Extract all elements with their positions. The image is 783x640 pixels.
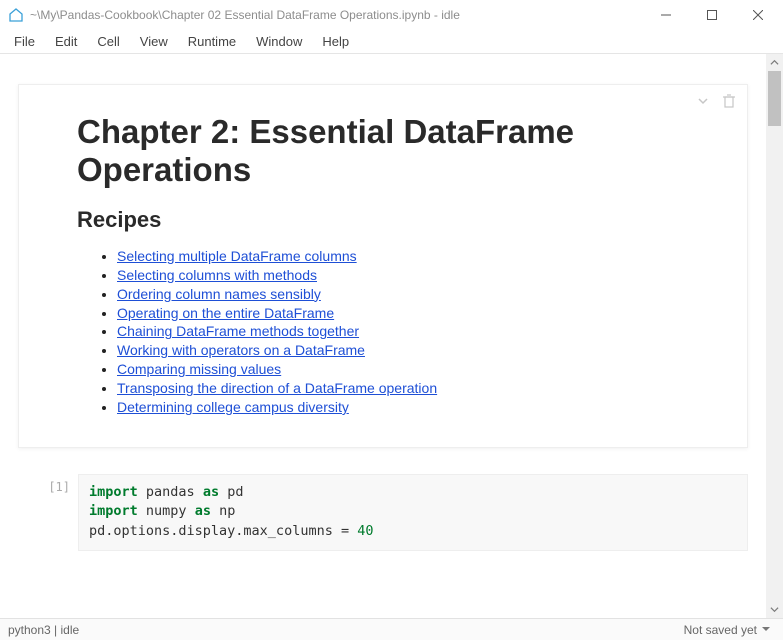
app-icon — [8, 7, 24, 23]
menu-cell[interactable]: Cell — [87, 32, 129, 51]
code-cell-1[interactable]: [1] import pandas as pd import numpy as … — [18, 474, 748, 551]
list-item: Selecting multiple DataFrame columns — [117, 247, 689, 266]
scroll-up-icon[interactable] — [766, 54, 783, 71]
code-text: pd — [219, 484, 243, 500]
minimize-button[interactable] — [643, 0, 689, 30]
scrollbar-thumb[interactable] — [768, 71, 781, 126]
collapse-icon[interactable] — [695, 93, 711, 109]
menu-bar: File Edit Cell View Runtime Window Help — [0, 30, 783, 54]
cell-toolbar — [695, 93, 737, 109]
status-save: Not saved yet — [684, 623, 757, 637]
window-controls — [643, 0, 781, 30]
list-item: Selecting columns with methods — [117, 266, 689, 285]
code-text: np — [211, 503, 235, 519]
code-cell-body[interactable]: import pandas as pd import numpy as np p… — [78, 474, 748, 551]
list-item: Determining college campus diversity — [117, 398, 689, 417]
section-heading: Selecting multiple DataFrame columns — [76, 591, 748, 618]
menu-edit[interactable]: Edit — [45, 32, 87, 51]
menu-runtime[interactable]: Runtime — [178, 32, 246, 51]
recipe-link[interactable]: Working with operators on a DataFrame — [117, 342, 365, 358]
menu-view[interactable]: View — [130, 32, 178, 51]
scroll-down-icon[interactable] — [766, 601, 783, 618]
code-number: 40 — [357, 523, 373, 539]
chapter-title: Chapter 2: Essential DataFrame Operation… — [77, 113, 689, 189]
code-text: pandas — [138, 484, 203, 500]
recipe-link[interactable]: Selecting multiple DataFrame columns — [117, 248, 357, 264]
menu-help[interactable]: Help — [312, 32, 359, 51]
list-item: Ordering column names sensibly — [117, 285, 689, 304]
recipe-list: Selecting multiple DataFrame columns Sel… — [77, 247, 689, 417]
code-keyword: as — [195, 503, 211, 519]
recipe-link[interactable]: Selecting columns with methods — [117, 267, 317, 283]
code-text: numpy — [138, 503, 195, 519]
status-kernel[interactable]: python3 | idle — [8, 623, 79, 637]
code-keyword: import — [89, 484, 138, 500]
status-more-icon[interactable] — [757, 623, 775, 637]
recipe-link[interactable]: Transposing the direction of a DataFrame… — [117, 380, 437, 396]
recipe-link[interactable]: Operating on the entire DataFrame — [117, 305, 334, 321]
recipe-link[interactable]: Comparing missing values — [117, 361, 281, 377]
code-cell-prompt: [1] — [18, 474, 78, 494]
code-keyword: import — [89, 503, 138, 519]
code-keyword: as — [203, 484, 219, 500]
markdown-cell-intro[interactable]: Chapter 2: Essential DataFrame Operation… — [18, 84, 748, 448]
recipes-heading: Recipes — [77, 207, 689, 233]
notebook: Chapter 2: Essential DataFrame Operation… — [0, 54, 766, 618]
recipe-link[interactable]: Ordering column names sensibly — [117, 286, 321, 302]
content-area: Chapter 2: Essential DataFrame Operation… — [0, 54, 783, 618]
status-bar: python3 | idle Not saved yet — [0, 618, 783, 640]
maximize-button[interactable] — [689, 0, 735, 30]
delete-cell-icon[interactable] — [721, 93, 737, 109]
recipe-link[interactable]: Determining college campus diversity — [117, 399, 349, 415]
list-item: Working with operators on a DataFrame — [117, 341, 689, 360]
close-button[interactable] — [735, 0, 781, 30]
menu-window[interactable]: Window — [246, 32, 312, 51]
menu-file[interactable]: File — [4, 32, 45, 51]
list-item: Comparing missing values — [117, 360, 689, 379]
list-item: Operating on the entire DataFrame — [117, 304, 689, 323]
code-text: pd.options.display.max_columns = — [89, 523, 357, 539]
list-item: Transposing the direction of a DataFrame… — [117, 379, 689, 398]
window-title: ~\My\Pandas-Cookbook\Chapter 02 Essentia… — [30, 8, 643, 22]
vertical-scrollbar[interactable] — [766, 54, 783, 618]
recipe-link[interactable]: Chaining DataFrame methods together — [117, 323, 359, 339]
list-item: Chaining DataFrame methods together — [117, 322, 689, 341]
title-bar: ~\My\Pandas-Cookbook\Chapter 02 Essentia… — [0, 0, 783, 30]
